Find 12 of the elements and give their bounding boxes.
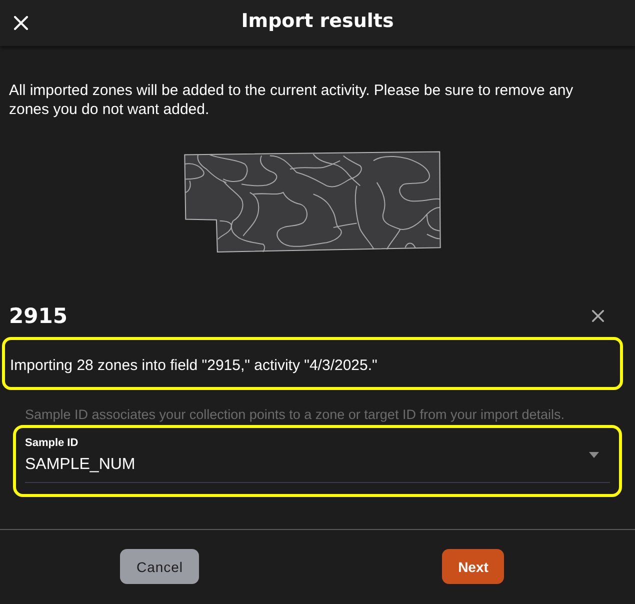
helper-text: Sample ID associates your collection points to a zone or target ID from your import details. xyxy=(25,407,564,423)
sample-id-select[interactable]: Sample ID SAMPLE_NUM xyxy=(25,436,610,483)
intro-text: All imported zones will be added to the current activity. Please be sure to remove any zones you do not want added. xyxy=(9,81,574,119)
select-label: Sample ID xyxy=(25,437,78,450)
cancel-button[interactable]: Cancel xyxy=(120,549,200,584)
field-title: 2915 xyxy=(9,303,68,329)
import-message: Importing 28 zones into field "2915," activity "4/3/2025." xyxy=(9,356,378,374)
close-icon[interactable] xyxy=(592,310,604,322)
next-button[interactable]: Next xyxy=(442,549,504,584)
dialog-title: Import results xyxy=(241,10,394,32)
caret-icon xyxy=(589,452,599,458)
select-value: SAMPLE_NUM xyxy=(25,455,136,474)
